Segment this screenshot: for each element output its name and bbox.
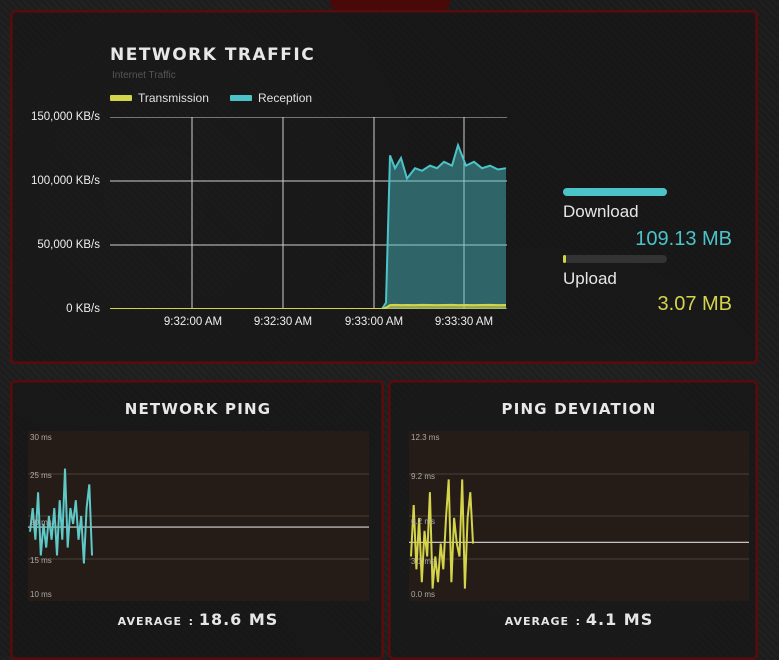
traffic-title: Network Traffic [110,45,316,65]
ping-y-tick: 20 ms [30,518,52,527]
traffic-subtitle: Internet Traffic [112,70,176,81]
ping-y-tick: 25 ms [30,471,52,480]
deviation-title: Ping Deviation [501,400,657,418]
deviation-average-label: Average [504,615,570,628]
traffic-chart [110,117,507,309]
deviation-y-tick: 3.1 ms [411,557,436,566]
deviation-y-tick: 6.2 ms [411,517,436,526]
deviation-y-tick: 9.2 ms [411,472,436,481]
ping-average-colon: : [188,615,199,628]
download-bar-fill [563,188,667,196]
download-label: Download [563,202,639,221]
traffic-y-tick: 100,000 KB/s [30,175,100,187]
traffic-y-tick: 50,000 KB/s [37,239,100,251]
traffic-y-tick: 0 KB/s [66,303,100,315]
reception-area [110,145,506,309]
legend-reception-swatch [230,95,252,101]
top-accent-decoration [330,0,450,10]
deviation-average: Average : 4.1 ms [409,610,749,629]
deviation-y-tick: 0.0 ms [411,590,436,599]
deviation-chart: 12.3 ms 9.2 ms 6.2 ms 3.1 ms 0.0 ms [409,431,749,601]
deviation-average-value: 4.1 ms [585,610,654,629]
upload-label: Upload [563,269,617,288]
ping-y-tick: 15 ms [30,556,52,565]
traffic-x-tick: 9:32:00 AM [163,316,223,328]
legend-transmission-label: Transmission [138,91,209,105]
traffic-x-tick: 9:32:30 AM [253,316,313,328]
upload-value: 3.07 MB [657,293,732,315]
traffic-x-tick: 9:33:00 AM [344,316,404,328]
legend-transmission-swatch [110,95,132,101]
series-line [410,479,474,589]
legend-transmission[interactable]: Transmission [110,91,209,105]
ping-y-tick: 10 ms [30,590,52,599]
traffic-x-tick: 9:33:30 AM [434,316,494,328]
ping-title: Network Ping [124,400,272,418]
ping-average: Average : 18.6 ms [28,610,368,629]
legend-reception-label: Reception [258,91,313,105]
ping-average-value: 18.6 ms [198,610,279,629]
upload-bar-fill [563,255,567,263]
deviation-average-colon: : [575,615,586,628]
upload-bar [563,255,667,263]
download-bar [563,188,667,196]
deviation-y-tick: 12.3 ms [411,433,440,442]
traffic-y-tick: 150,000 KB/s [30,111,100,123]
ping-y-tick: 30 ms [30,433,52,442]
download-value: 109.13 MB [635,228,732,250]
ping-average-label: Average [117,615,182,628]
ping-chart: 30 ms 25 ms 20 ms 15 ms 10 ms [28,431,369,601]
legend-reception[interactable]: Reception [230,91,312,105]
